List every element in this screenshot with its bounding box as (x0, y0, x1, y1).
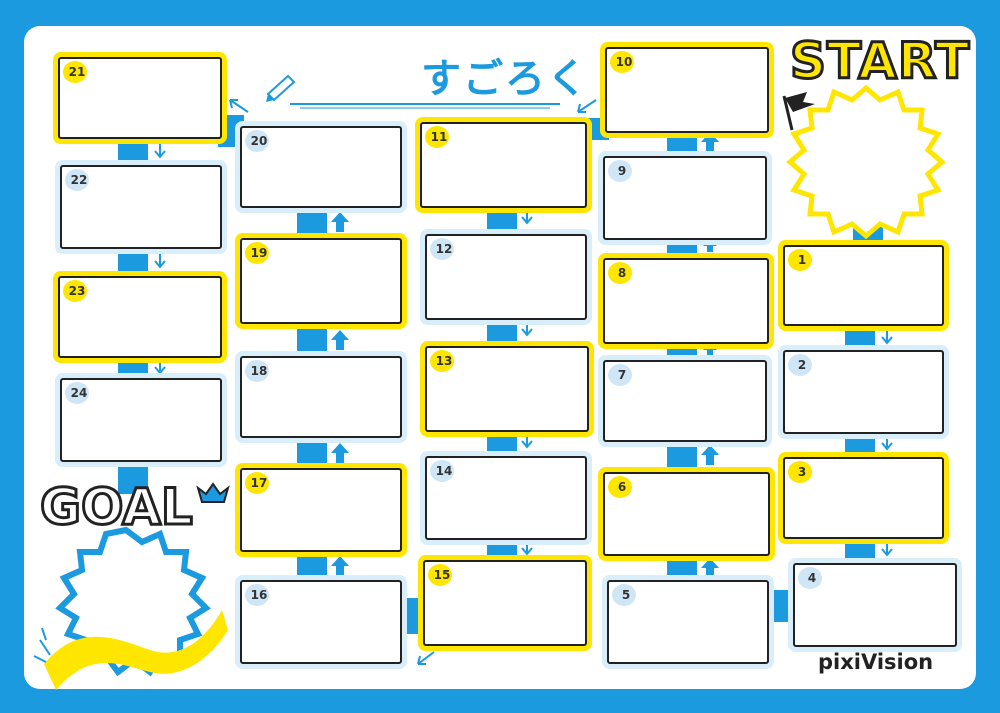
sugoroku-board: 1 2 3 4 5 6 7 8 9 10 11 12 13 14 15 16 1… (0, 0, 1000, 713)
page-title: すごろく (421, 56, 589, 102)
brand-logo: pixiVision (818, 650, 934, 674)
crown-icon (196, 482, 230, 503)
sparkle-icon (33, 627, 51, 663)
pencil-icon (266, 74, 296, 102)
goal-label: GOAL (38, 477, 194, 538)
goal-label-go: GO (38, 477, 123, 538)
goal-burst (33, 74, 296, 690)
goal-label-a: A (121, 477, 163, 538)
goal-label-l: L (159, 477, 194, 538)
